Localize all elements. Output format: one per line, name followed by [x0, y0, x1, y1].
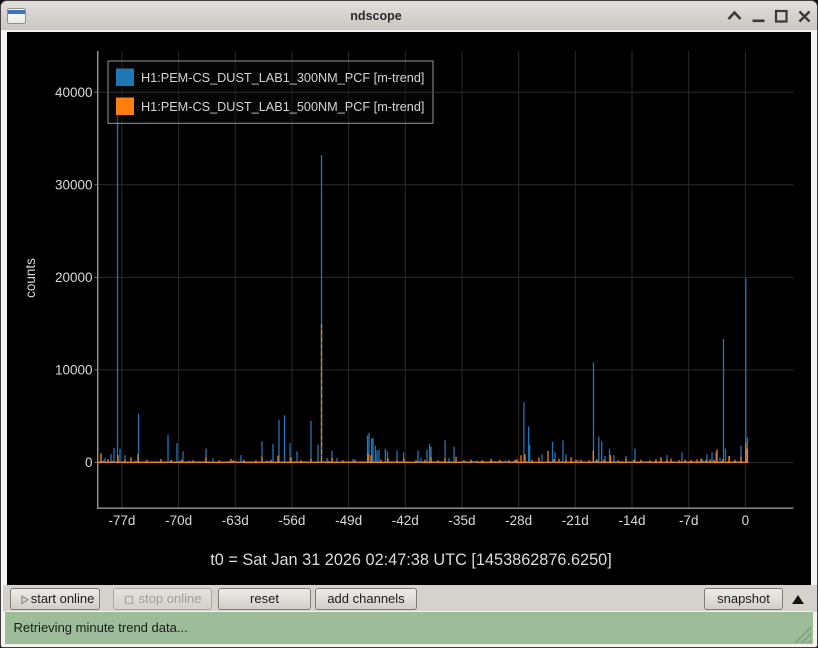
- svg-text:t0 = Sat Jan 31 2026 02:47:38: t0 = Sat Jan 31 2026 02:47:38 UTC [14538…: [210, 551, 611, 569]
- svg-text:20000: 20000: [55, 270, 93, 285]
- svg-text:H1:PEM-CS_DUST_LAB1_500NM_PCF: H1:PEM-CS_DUST_LAB1_500NM_PCF [m-trend]: [141, 100, 424, 114]
- svg-text:-77d: -77d: [108, 513, 135, 528]
- svg-text:-21d: -21d: [562, 513, 589, 528]
- svg-text:0: 0: [85, 455, 93, 470]
- svg-text:-63d: -63d: [222, 513, 249, 528]
- svg-text:-35d: -35d: [448, 513, 475, 528]
- svg-text:H1:PEM-CS_DUST_LAB1_300NM_PCF: H1:PEM-CS_DUST_LAB1_300NM_PCF [m-trend]: [141, 71, 424, 85]
- svg-text:-28d: -28d: [505, 513, 532, 528]
- svg-text:-7d: -7d: [679, 513, 699, 528]
- svg-text:-49d: -49d: [335, 513, 362, 528]
- svg-text:counts: counts: [23, 258, 38, 298]
- svg-text:0: 0: [742, 513, 750, 528]
- svg-text:-70d: -70d: [165, 513, 192, 528]
- svg-text:-42d: -42d: [392, 513, 419, 528]
- svg-text:-56d: -56d: [278, 513, 305, 528]
- svg-text:-14d: -14d: [618, 513, 645, 528]
- svg-text:40000: 40000: [55, 85, 93, 100]
- svg-text:30000: 30000: [55, 178, 93, 193]
- svg-text:10000: 10000: [55, 363, 93, 378]
